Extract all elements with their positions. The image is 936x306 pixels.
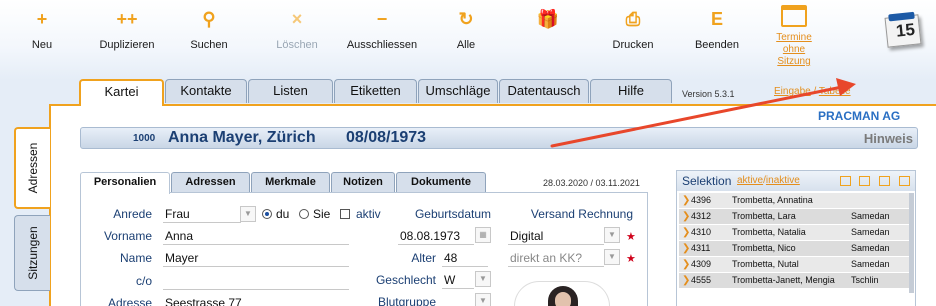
annotation-arrow [550,78,856,148]
side-tab-adressen[interactable]: Adressen [14,127,50,209]
tab-personalien[interactable]: Personalien [80,172,170,194]
arrow-head-icon [836,78,856,96]
arrow-line [550,85,844,148]
tab-kartei[interactable]: Kartei [79,79,164,106]
side-tab-adressen-label: Adressen [26,142,40,194]
